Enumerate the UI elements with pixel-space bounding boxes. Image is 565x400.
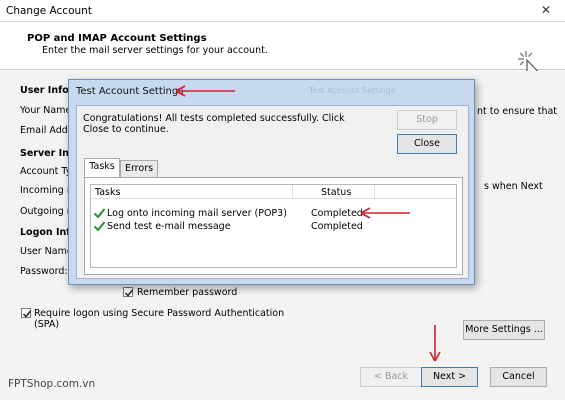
test-account-dialog: Test Account Settings Test Account Setti… [68,79,475,285]
window-title: Change Account [6,5,92,17]
more-settings-button[interactable]: More Settings ... [463,320,545,340]
close-icon[interactable]: ✕ [533,2,559,18]
annotation-arrow-down-icon [429,325,441,362]
require-spa-checkbox[interactable] [21,308,32,318]
task-name: Log onto incoming mail server (POP3) [107,208,287,219]
task-row: Send test e-mail message Completed [91,220,456,233]
require-spa-label-2: (SPA) [34,319,60,330]
tasks-list-header: Tasks Status [91,185,456,199]
task-status: Completed [311,221,363,232]
task-name: Send test e-mail message [107,221,231,232]
tasks-panel: Tasks Status Log onto incoming mail serv… [84,177,463,275]
dialog-body: Congratulations! All tests completed suc… [76,105,469,279]
tab-tasks[interactable]: Tasks [84,158,120,177]
wizard-header: POP and IMAP Account Settings Enter the … [0,22,565,87]
stop-button[interactable]: Stop [397,110,457,130]
dialog-message: Congratulations! All tests completed suc… [83,113,345,135]
your-name-label: Your Name: [20,105,75,116]
dialog-close-button[interactable]: Close [397,134,457,154]
column-status: Status [321,187,352,198]
cancel-button[interactable]: Cancel [490,367,547,387]
right-info-text-2: s when Next [484,181,543,192]
watermark: FPTShop.com.vn [8,378,96,390]
task-status: Completed [311,208,363,219]
page-title: POP and IMAP Account Settings [27,33,207,44]
require-spa-label: Require logon using Secure Password Auth… [34,308,285,319]
remember-password-checkbox[interactable] [123,287,134,297]
right-info-text: nt to ensure that [477,106,558,117]
checkmark-icon [22,310,32,318]
remember-password-label: Remember password [137,287,238,298]
page-subtitle: Enter the mail server settings for your … [42,45,268,56]
window-titlebar: Change Account ✕ [0,0,565,22]
checkmark-icon [124,289,134,297]
back-button[interactable]: < Back [360,367,422,387]
success-check-icon [93,221,106,232]
password-label: Password: [20,266,68,277]
next-button[interactable]: Next > [421,367,478,387]
dialog-ghost-title: Test Account Settings [309,86,395,95]
annotation-arrow-left-icon [175,85,235,97]
annotation-arrow-left-icon [360,207,410,219]
dialog-title: Test Account Settings [76,86,184,97]
success-check-icon [93,208,106,219]
column-separator [374,185,375,199]
tab-errors[interactable]: Errors [120,160,158,177]
column-separator [292,185,293,199]
tasks-list: Tasks Status Log onto incoming mail serv… [90,184,457,268]
column-tasks: Tasks [95,187,121,198]
